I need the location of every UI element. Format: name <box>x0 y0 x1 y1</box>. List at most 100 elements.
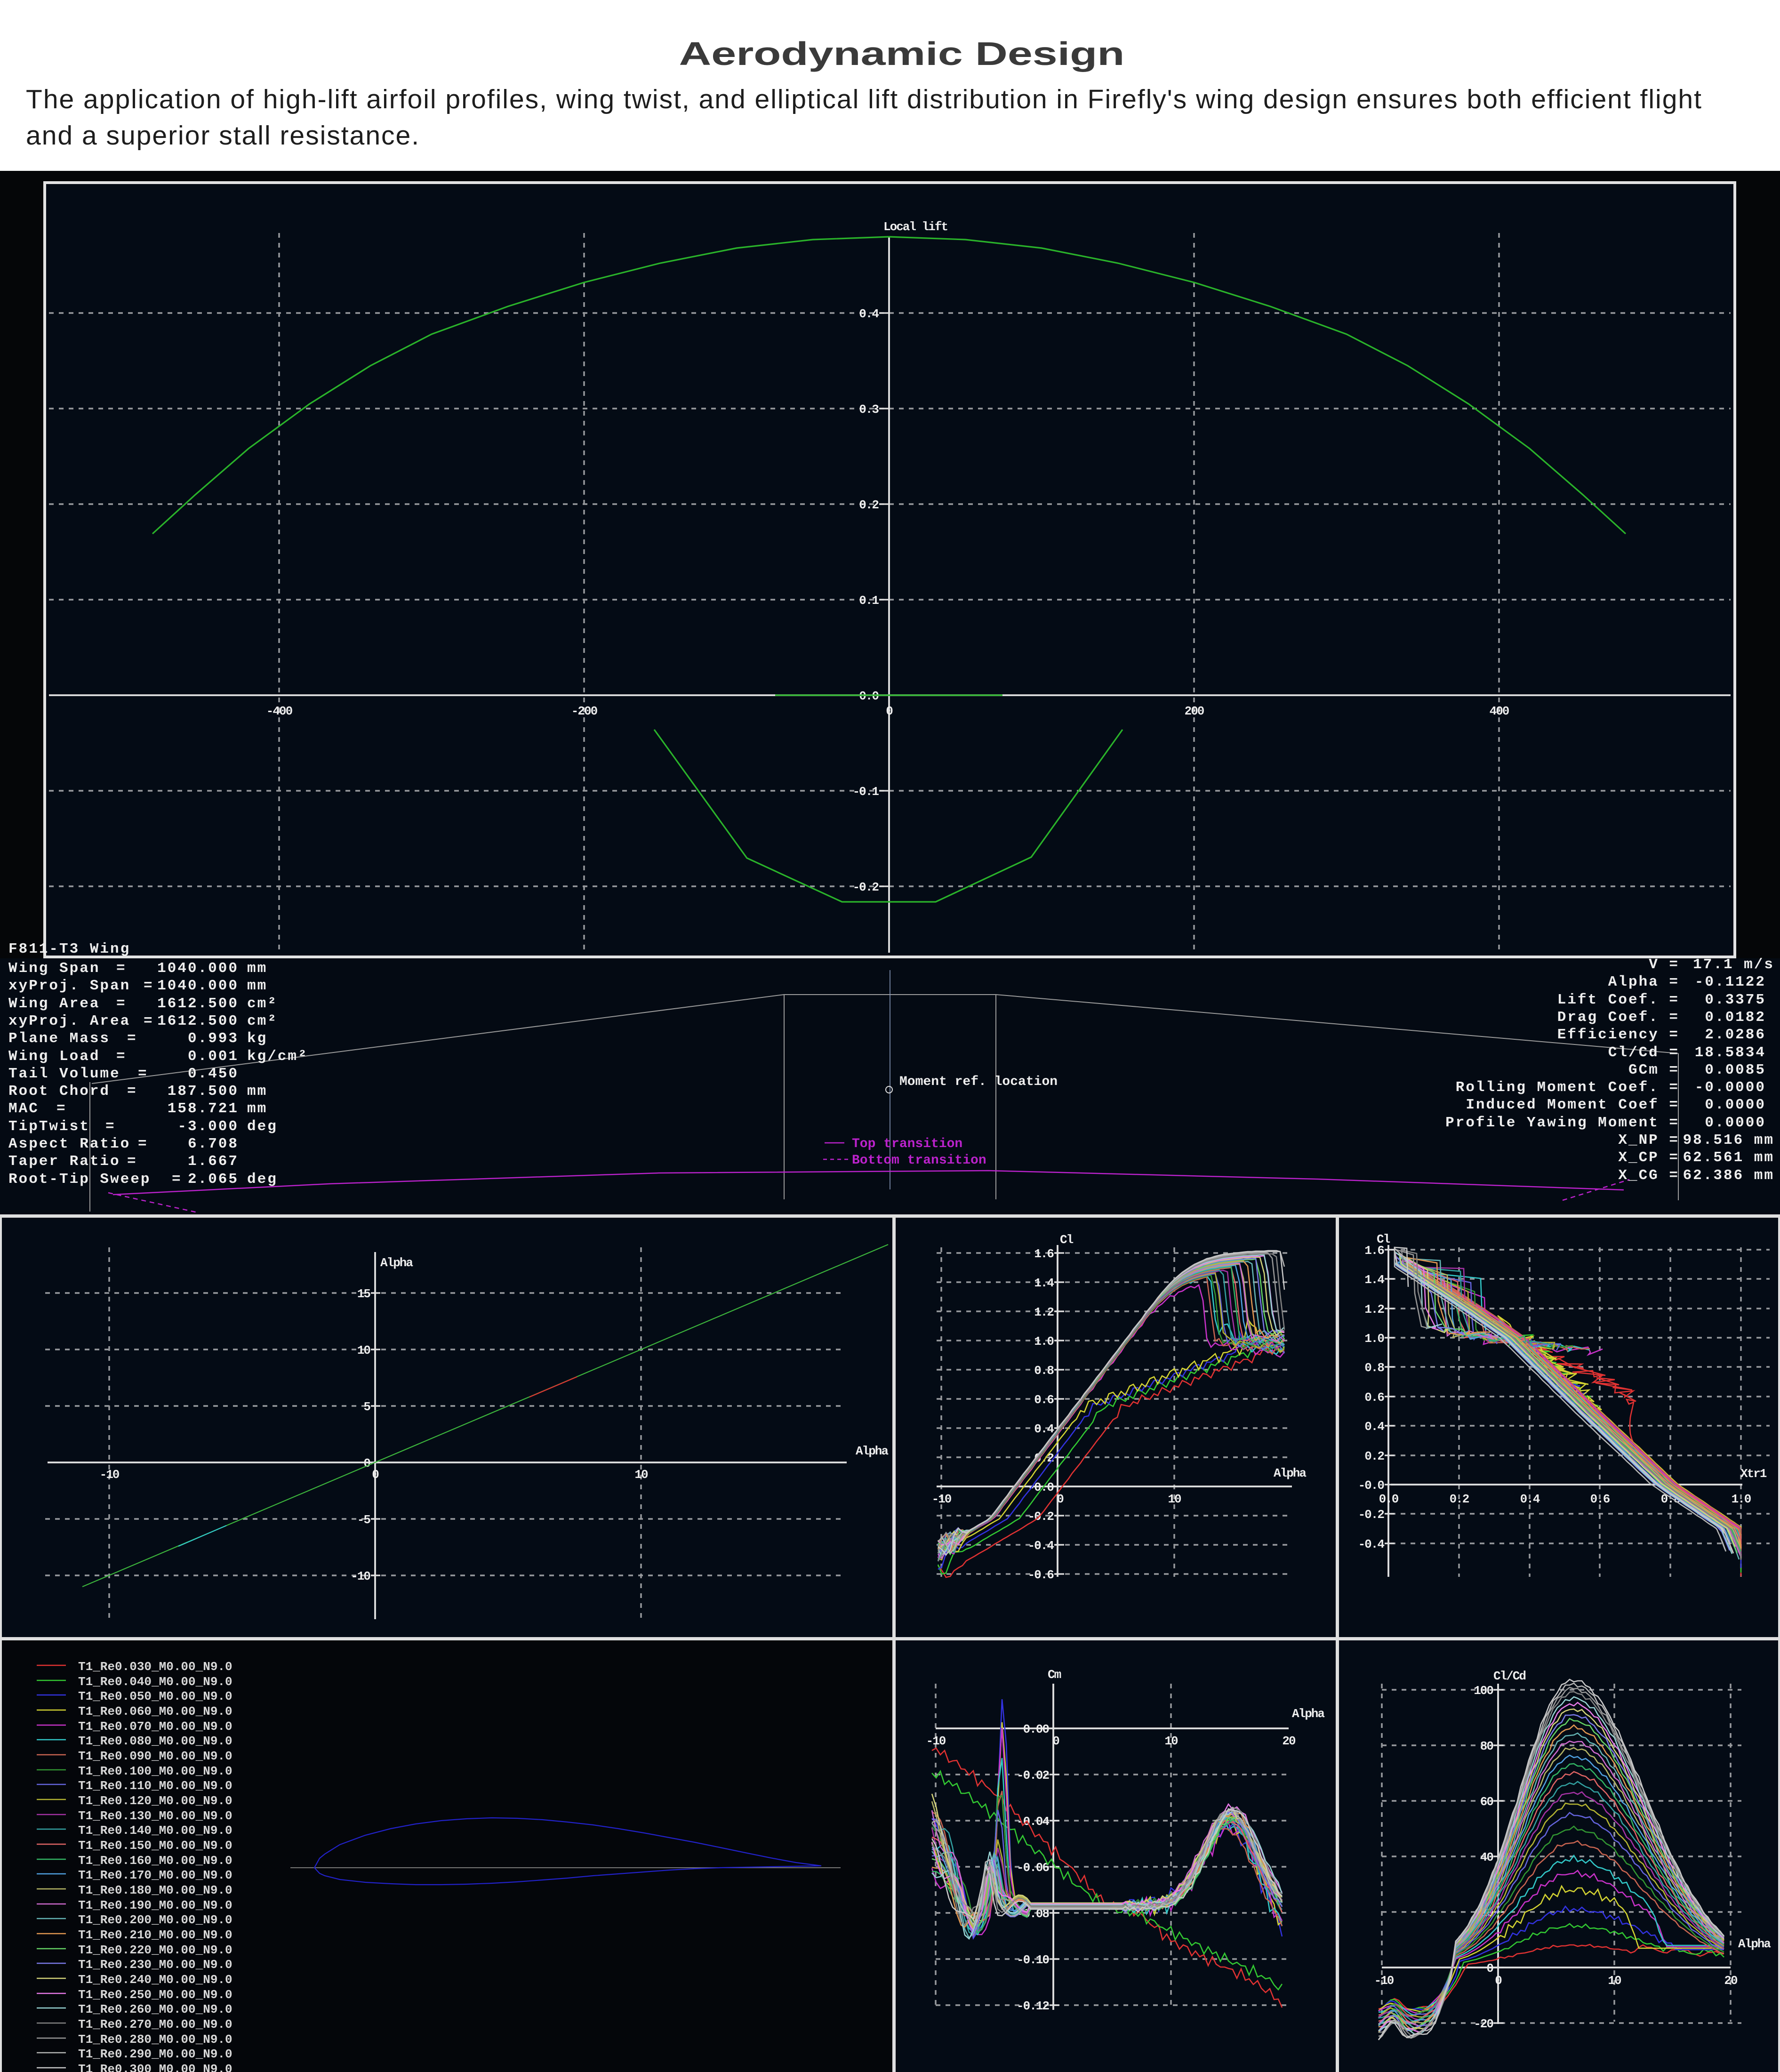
svg-text:Alpha: Alpha <box>1738 1937 1771 1951</box>
svg-text:Alpha =: Alpha = <box>1608 974 1679 990</box>
svg-text:98.516 mm: 98.516 mm <box>1683 1132 1774 1148</box>
svg-text:=: = <box>138 1066 146 1082</box>
svg-text:60: 60 <box>1480 1795 1494 1809</box>
svg-text:0.2: 0.2 <box>1450 1492 1469 1506</box>
svg-text:Induced Moment Coef =: Induced Moment Coef = <box>1466 1097 1679 1113</box>
svg-text:=: = <box>127 1083 136 1100</box>
svg-text:0.450: 0.450 <box>188 1066 239 1082</box>
svg-text:-0.2: -0.2 <box>853 880 879 894</box>
svg-text:-0.02: -0.02 <box>1017 1768 1049 1783</box>
svg-text:cm²: cm² <box>247 996 278 1012</box>
svg-text:Taper Ratio: Taper Ratio <box>8 1153 120 1170</box>
svg-text:1.2: 1.2 <box>1364 1302 1384 1317</box>
svg-text:Bottom transition: Bottom transition <box>852 1153 986 1168</box>
svg-text:0: 0 <box>1486 1961 1493 1976</box>
svg-text:0: 0 <box>886 704 893 718</box>
svg-text:T1_Re0.050_M0.00_N9.0: T1_Re0.050_M0.00_N9.0 <box>78 1689 233 1703</box>
svg-text:-5: -5 <box>357 1513 371 1527</box>
svg-text:0.4: 0.4 <box>1034 1422 1054 1436</box>
svg-text:T1_Re0.150_M0.00_N9.0: T1_Re0.150_M0.00_N9.0 <box>78 1839 233 1853</box>
svg-text:0.001: 0.001 <box>188 1048 239 1065</box>
svg-text:T1_Re0.270_M0.00_N9.0: T1_Re0.270_M0.00_N9.0 <box>78 2017 233 2032</box>
svg-text:-0.0000: -0.0000 <box>1695 1079 1766 1096</box>
svg-text:Xtr1: Xtr1 <box>1740 1467 1767 1481</box>
svg-text:Root Chord: Root Chord <box>8 1083 110 1100</box>
svg-text:deg: deg <box>247 1171 278 1188</box>
svg-text:=: = <box>127 1030 136 1047</box>
svg-text:0.0000: 0.0000 <box>1705 1097 1766 1113</box>
svg-text:X_CP =: X_CP = <box>1618 1149 1679 1166</box>
svg-text:mm: mm <box>247 1100 267 1117</box>
svg-text:Aspect Ratio: Aspect Ratio <box>8 1136 130 1152</box>
svg-text:T1_Re0.120_M0.00_N9.0: T1_Re0.120_M0.00_N9.0 <box>78 1794 233 1808</box>
svg-text:1.667: 1.667 <box>188 1153 239 1170</box>
svg-text:Tail Volume: Tail Volume <box>8 1066 120 1082</box>
svg-text:0.2: 0.2 <box>859 498 879 512</box>
svg-text:kg: kg <box>247 1030 267 1047</box>
svg-text:and a superior stall resistanc: and a superior stall resistance. <box>26 120 420 151</box>
svg-text:0.6: 0.6 <box>1590 1492 1610 1506</box>
svg-text:1612.500: 1612.500 <box>157 1013 239 1029</box>
svg-text:-0.1: -0.1 <box>853 785 879 799</box>
svg-text:-10: -10 <box>351 1569 370 1583</box>
svg-text:T1_Re0.260_M0.00_N9.0: T1_Re0.260_M0.00_N9.0 <box>78 2002 233 2016</box>
svg-text:10: 10 <box>634 1468 648 1482</box>
svg-text:Profile Yawing Moment =: Profile Yawing Moment = <box>1445 1115 1679 1131</box>
svg-text:0: 0 <box>372 1468 379 1482</box>
svg-text:62.561 mm: 62.561 mm <box>1683 1149 1774 1166</box>
svg-text:10: 10 <box>1168 1492 1181 1506</box>
svg-text:=: = <box>116 996 125 1012</box>
svg-text:Alpha: Alpha <box>856 1444 888 1458</box>
svg-text:Cl: Cl <box>1060 1233 1074 1247</box>
svg-text:=: = <box>144 1013 152 1029</box>
svg-text:0.8: 0.8 <box>1034 1364 1054 1378</box>
svg-text:T1_Re0.190_M0.00_N9.0: T1_Re0.190_M0.00_N9.0 <box>78 1898 233 1912</box>
svg-text:T1_Re0.080_M0.00_N9.0: T1_Re0.080_M0.00_N9.0 <box>78 1734 233 1748</box>
svg-text:Efficiency =: Efficiency = <box>1557 1027 1679 1043</box>
svg-text:mm: mm <box>247 978 267 994</box>
svg-text:cm²: cm² <box>247 1013 278 1029</box>
svg-text:0.4: 0.4 <box>859 307 879 321</box>
svg-text:158.721: 158.721 <box>168 1100 239 1117</box>
svg-text:kg/cm²: kg/cm² <box>247 1048 308 1065</box>
svg-text:T1_Re0.200_M0.00_N9.0: T1_Re0.200_M0.00_N9.0 <box>78 1913 233 1927</box>
svg-text:Lift Coef. =: Lift Coef. = <box>1557 992 1679 1008</box>
svg-text:-0.6: -0.6 <box>1028 1568 1054 1582</box>
svg-text:80: 80 <box>1480 1739 1494 1753</box>
svg-text:0.3: 0.3 <box>859 402 879 417</box>
svg-text:-0.2: -0.2 <box>1358 1508 1385 1522</box>
svg-text:-0.06: -0.06 <box>1017 1861 1049 1875</box>
svg-text:100: 100 <box>1474 1684 1493 1698</box>
svg-text:-0.1122: -0.1122 <box>1695 974 1766 990</box>
svg-text:F811-T3 Wing: F811-T3 Wing <box>8 941 130 957</box>
svg-text:Local lift: Local lift <box>883 220 947 234</box>
svg-text:T1_Re0.160_M0.00_N9.0: T1_Re0.160_M0.00_N9.0 <box>78 1854 233 1868</box>
svg-text:0.4: 0.4 <box>1520 1492 1540 1506</box>
svg-text:-10: -10 <box>100 1468 120 1482</box>
svg-text:10: 10 <box>357 1343 371 1357</box>
svg-text:Top transition: Top transition <box>852 1137 962 1151</box>
svg-text:0.00: 0.00 <box>1023 1722 1050 1736</box>
svg-text:T1_Re0.210_M0.00_N9.0: T1_Re0.210_M0.00_N9.0 <box>78 1928 233 1942</box>
svg-text:T1_Re0.280_M0.00_N9.0: T1_Re0.280_M0.00_N9.0 <box>78 2032 233 2047</box>
svg-text:X_NP =: X_NP = <box>1618 1132 1679 1148</box>
svg-text:1040.000: 1040.000 <box>157 960 239 977</box>
svg-text:T1_Re0.220_M0.00_N9.0: T1_Re0.220_M0.00_N9.0 <box>78 1943 233 1957</box>
svg-text:MAC: MAC <box>8 1100 39 1117</box>
svg-text:T1_Re0.070_M0.00_N9.0: T1_Re0.070_M0.00_N9.0 <box>78 1719 233 1734</box>
svg-text:0.0085: 0.0085 <box>1705 1062 1766 1078</box>
svg-text:1040.000: 1040.000 <box>157 978 239 994</box>
svg-text:10: 10 <box>1608 1974 1621 1988</box>
svg-text:Wing Span: Wing Span <box>8 960 100 977</box>
svg-text:T1_Re0.060_M0.00_N9.0: T1_Re0.060_M0.00_N9.0 <box>78 1704 233 1719</box>
svg-text:T1_Re0.090_M0.00_N9.0: T1_Re0.090_M0.00_N9.0 <box>78 1749 233 1763</box>
svg-text:=: = <box>105 1118 114 1135</box>
svg-text:Moment ref. location: Moment ref. location <box>899 1075 1058 1089</box>
svg-text:T1_Re0.170_M0.00_N9.0: T1_Re0.170_M0.00_N9.0 <box>78 1868 233 1882</box>
svg-text:Alpha: Alpha <box>1292 1707 1324 1721</box>
svg-text:6.708: 6.708 <box>188 1136 239 1152</box>
svg-text:15: 15 <box>357 1287 371 1301</box>
svg-text:Wing Load: Wing Load <box>8 1048 100 1065</box>
svg-text:2.0286: 2.0286 <box>1705 1027 1766 1043</box>
svg-text:=: = <box>172 1171 180 1188</box>
